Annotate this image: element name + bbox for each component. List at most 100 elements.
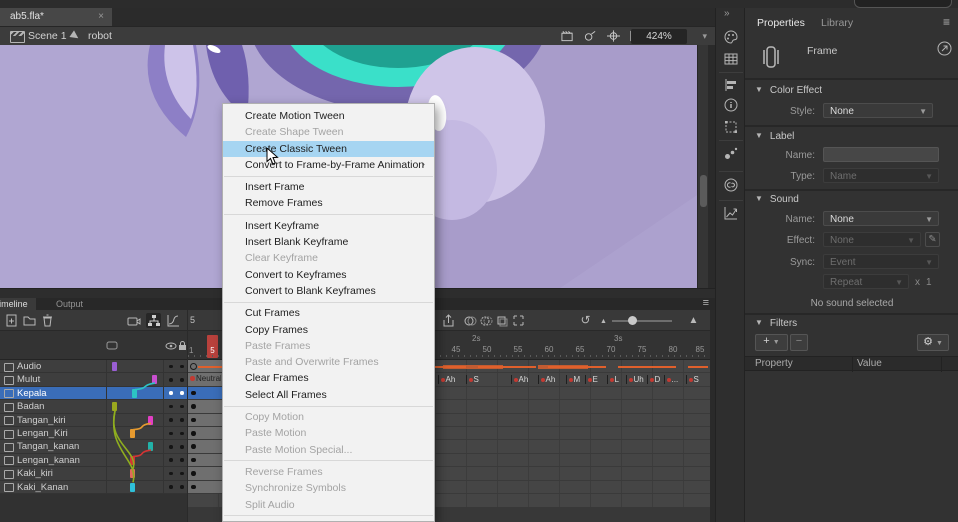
- menu-item-clear-frames[interactable]: Clear Frames: [223, 370, 434, 386]
- center-frame-icon[interactable]: [607, 30, 620, 42]
- layer-row-mulut[interactable]: Mulut: [0, 373, 188, 386]
- menu-item-remove-frames[interactable]: Remove Frames: [223, 195, 434, 211]
- menu-item-convert-to-frame-by-frame-animation[interactable]: Convert to Frame-by-Frame Animation›: [223, 157, 434, 173]
- frame-span[interactable]: [188, 454, 222, 466]
- frame-span[interactable]: [188, 481, 222, 493]
- cc-libraries-icon[interactable]: [721, 177, 741, 195]
- sound-name-select[interactable]: None▼: [823, 211, 939, 226]
- visibility-dot[interactable]: [169, 458, 173, 462]
- visibility-dot[interactable]: [169, 391, 173, 395]
- remove-filter-button[interactable]: −: [790, 334, 808, 351]
- frame-span[interactable]: [188, 414, 222, 426]
- visibility-dot[interactable]: [169, 432, 173, 436]
- history-graph-icon[interactable]: [721, 205, 741, 223]
- onion-skin-outlines-icon[interactable]: [479, 313, 494, 328]
- parent-color-bar[interactable]: [130, 469, 135, 478]
- zoom-level-select[interactable]: 424%: [631, 29, 687, 44]
- search-input[interactable]: [854, 0, 952, 8]
- menu-item-insert-frame[interactable]: Insert Frame: [223, 179, 434, 195]
- menu-item-copy-frames[interactable]: Copy Frames: [223, 322, 434, 338]
- tab-library[interactable]: Library: [821, 14, 853, 32]
- lipsync-keyframe[interactable]: M: [566, 375, 580, 384]
- scrollbar-thumb[interactable]: [700, 175, 707, 207]
- lipsync-keyframe[interactable]: E: [585, 375, 598, 384]
- lipsync-keyframe[interactable]: Ah: [438, 375, 455, 384]
- edit-scene-icon[interactable]: [561, 30, 574, 42]
- swatches-icon[interactable]: [721, 51, 741, 69]
- menu-item-insert-keyframe[interactable]: Insert Keyframe: [223, 218, 434, 234]
- camera-icon[interactable]: [126, 313, 141, 328]
- visibility-dot[interactable]: [169, 365, 173, 369]
- visibility-dot[interactable]: [169, 472, 173, 476]
- visibility-dot[interactable]: [169, 418, 173, 422]
- lock-dot[interactable]: [180, 445, 184, 449]
- align-icon[interactable]: [721, 77, 741, 95]
- brush-dots-icon[interactable]: [721, 145, 741, 163]
- layer-row-kaki_kiri[interactable]: Kaki_kiri: [0, 467, 188, 480]
- layer-row-kaki_kanan[interactable]: Kaki_Kanan: [0, 481, 188, 494]
- frame-size-slider[interactable]: [612, 320, 672, 322]
- delete-layer-icon[interactable]: [40, 313, 55, 328]
- visibility-dot[interactable]: [169, 485, 173, 489]
- add-filter-button[interactable]: + ▼: [755, 334, 788, 351]
- section-filters[interactable]: ▼Filters: [755, 318, 797, 329]
- symbol-breadcrumb[interactable]: robot: [88, 30, 112, 42]
- color-palette-icon[interactable]: [721, 29, 741, 47]
- layer-row-lengan_kanan[interactable]: Lengan_kanan: [0, 454, 188, 467]
- menu-item-cut-frames[interactable]: Cut Frames: [223, 305, 434, 321]
- scene-breadcrumb[interactable]: Scene 1: [28, 30, 67, 42]
- layer-row-kepala[interactable]: Kepala: [0, 387, 188, 400]
- lock-dot[interactable]: [180, 365, 184, 369]
- lock-dot[interactable]: [180, 472, 184, 476]
- visibility-dot[interactable]: [169, 378, 173, 382]
- layer-row-audio[interactable]: Audio: [0, 360, 188, 373]
- style-select[interactable]: None▼: [823, 103, 933, 118]
- lipsync-keyframe[interactable]: D: [647, 375, 660, 384]
- parent-color-bar[interactable]: [148, 416, 153, 425]
- lock-icon[interactable]: [178, 341, 187, 351]
- section-label[interactable]: ▼Label: [755, 131, 794, 142]
- parent-color-bar[interactable]: [148, 442, 153, 451]
- loop-icon[interactable]: ↺: [578, 313, 593, 328]
- lock-dot[interactable]: [180, 418, 184, 422]
- lock-dot[interactable]: [180, 432, 184, 436]
- filter-options-button[interactable]: ⚙ ▼: [917, 334, 949, 351]
- collapse-panels-icon[interactable]: »: [724, 8, 730, 19]
- frame-span[interactable]: [188, 467, 222, 479]
- menu-item-convert-to-blank-keyframes[interactable]: Convert to Blank Keyframes: [223, 283, 434, 299]
- edit-symbols-icon[interactable]: [584, 30, 597, 42]
- lock-dot[interactable]: [180, 485, 184, 489]
- parent-color-bar[interactable]: [112, 362, 117, 371]
- new-layer-icon[interactable]: [4, 313, 19, 328]
- tab-output[interactable]: Output: [48, 298, 91, 310]
- menu-item-select-all-frames[interactable]: Select All Frames: [223, 387, 434, 403]
- tab-timeline[interactable]: Timeline: [0, 298, 36, 310]
- parent-color-bar[interactable]: [152, 375, 157, 384]
- visibility-dot[interactable]: [169, 445, 173, 449]
- lock-dot[interactable]: [180, 378, 184, 382]
- circle-arrow-icon[interactable]: [937, 41, 952, 56]
- lipsync-keyframe[interactable]: S: [466, 375, 479, 384]
- onion-skin-icon[interactable]: [463, 313, 478, 328]
- parent-color-bar[interactable]: [130, 429, 135, 438]
- frame-span[interactable]: [188, 440, 222, 452]
- parent-color-bar[interactable]: [132, 389, 137, 398]
- lipsync-keyframe[interactable]: Ah: [538, 375, 555, 384]
- visibility-dot[interactable]: [169, 405, 173, 409]
- tab-properties[interactable]: Properties: [757, 14, 805, 32]
- zoom-chevron-icon[interactable]: ▾: [702, 31, 707, 42]
- modify-markers-icon[interactable]: [511, 313, 526, 328]
- lipsync-keyframe[interactable]: S: [686, 375, 699, 384]
- close-icon[interactable]: ×: [98, 8, 104, 26]
- document-tab[interactable]: ab5.fla* ×: [0, 8, 112, 26]
- layer-row-badan[interactable]: Badan: [0, 400, 188, 413]
- transform-icon[interactable]: [721, 119, 741, 137]
- lock-dot[interactable]: [180, 458, 184, 462]
- zoom-out-frames-icon[interactable]: ▲: [596, 313, 611, 328]
- menu-item-convert-to-keyframes[interactable]: Convert to Keyframes: [223, 267, 434, 283]
- info-icon[interactable]: [721, 97, 741, 115]
- frame-view-icon[interactable]: [106, 341, 118, 350]
- menu-item-create-classic-tween[interactable]: Create Classic Tween: [223, 141, 434, 157]
- lipsync-keyframe[interactable]: Uh: [626, 375, 644, 384]
- lipsync-keyframe[interactable]: Ah: [511, 375, 528, 384]
